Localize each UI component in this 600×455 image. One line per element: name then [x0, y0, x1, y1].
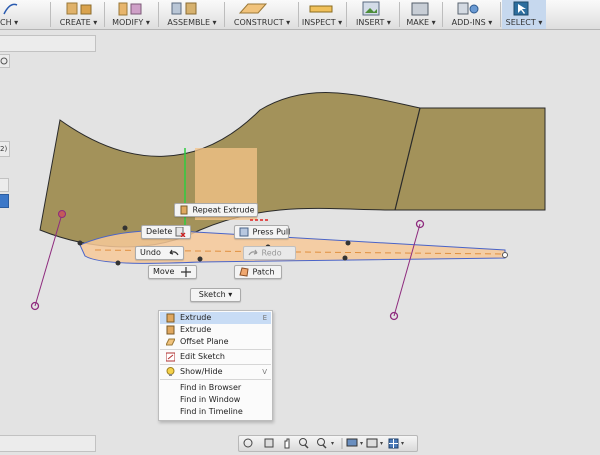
grid-icon[interactable]	[388, 438, 404, 449]
press-pull-label: Press Pull	[252, 227, 291, 237]
offset-plane-icon	[166, 338, 175, 346]
press-pull-button[interactable]: Press Pull	[234, 225, 291, 239]
menu-item-edit-sketch[interactable]: Edit Sketch	[160, 351, 271, 363]
sketch-point[interactable]	[502, 252, 508, 258]
redo-label: Redo	[261, 248, 282, 258]
patch-label: Patch	[252, 267, 275, 277]
sketch-point[interactable]	[197, 256, 203, 262]
delete-icon	[175, 227, 186, 237]
look-at-icon[interactable]	[264, 438, 274, 448]
press-pull-icon	[239, 227, 249, 237]
repeat-extrude-button[interactable]: Repeat Extrude	[174, 203, 258, 217]
menu-item-label: Extrude	[180, 313, 212, 322]
menu-item-label: Offset Plane	[180, 337, 229, 346]
spline-handle-right[interactable]	[393, 223, 421, 317]
navigation-icons	[243, 438, 404, 449]
sketch-point[interactable]	[77, 240, 83, 246]
redo-button[interactable]: Redo	[243, 246, 296, 260]
menu-item-show-hide[interactable]: Show/Hide V	[160, 366, 271, 378]
redo-arrow-icon	[248, 249, 258, 256]
pan-hand-icon[interactable]	[284, 438, 290, 449]
repeat-extrude-label: Repeat Extrude	[192, 205, 255, 215]
sketch-dropdown-button[interactable]: Sketch ▾	[190, 288, 241, 302]
sketch-label: Sketch ▾	[198, 290, 233, 299]
menu-item-find-in-window[interactable]: Find in Window	[160, 394, 271, 406]
delete-label: Delete	[146, 227, 173, 236]
menu-item-find-in-browser[interactable]: Find in Browser	[160, 382, 271, 394]
move-icon	[181, 267, 191, 277]
extrude-icon	[166, 325, 175, 335]
menu-item-label: Edit Sketch	[180, 352, 225, 361]
menu-item-shortcut: V	[262, 368, 267, 376]
undo-button[interactable]: Undo	[135, 246, 184, 260]
orbit-icon[interactable]	[243, 438, 253, 448]
viewport-canvas[interactable]	[0, 0, 600, 450]
display-settings-icon[interactable]	[346, 438, 363, 447]
patch-button[interactable]: Patch	[234, 265, 282, 279]
visual-style-icon[interactable]	[366, 438, 383, 448]
undo-label: Undo	[140, 248, 161, 257]
undo-arrow-icon	[169, 249, 179, 256]
navigation-bar	[238, 435, 418, 452]
surface-body[interactable]	[39, 92, 546, 248]
zoom-window-icon[interactable]	[317, 438, 335, 449]
extrude-icon	[166, 313, 175, 323]
extrude-icon	[180, 205, 188, 215]
edit-sketch-icon	[166, 352, 175, 362]
sketch-point[interactable]	[122, 225, 128, 231]
menu-item-find-in-timeline[interactable]: Find in Timeline	[160, 406, 271, 418]
sketch-point[interactable]	[115, 260, 121, 266]
menu-item-label: Extrude	[180, 325, 212, 334]
overflow-menu: Extrude E Extrude Offset Plane Edit Sket…	[158, 310, 273, 421]
move-label: Move	[153, 267, 175, 276]
zoom-icon[interactable]	[299, 438, 309, 449]
control-point[interactable]	[58, 210, 66, 218]
menu-item-label: Show/Hide	[180, 367, 223, 376]
menu-item-extrude[interactable]: Extrude	[160, 324, 271, 336]
menu-item-offset-plane[interactable]: Offset Plane	[160, 336, 271, 348]
delete-button[interactable]: Delete	[141, 225, 191, 239]
menu-item-label: Find in Timeline	[180, 407, 243, 416]
lightbulb-icon	[166, 367, 175, 376]
sketch-point[interactable]	[342, 255, 348, 261]
menu-item-label: Find in Window	[180, 395, 241, 404]
menu-item-shortcut: E	[262, 314, 267, 322]
menu-item-label: Find in Browser	[180, 383, 242, 392]
move-button[interactable]: Move	[148, 265, 197, 279]
sketch-point[interactable]	[345, 240, 351, 246]
patch-icon	[239, 267, 249, 277]
menu-item-extrude-shortcut[interactable]: Extrude E	[160, 312, 271, 324]
